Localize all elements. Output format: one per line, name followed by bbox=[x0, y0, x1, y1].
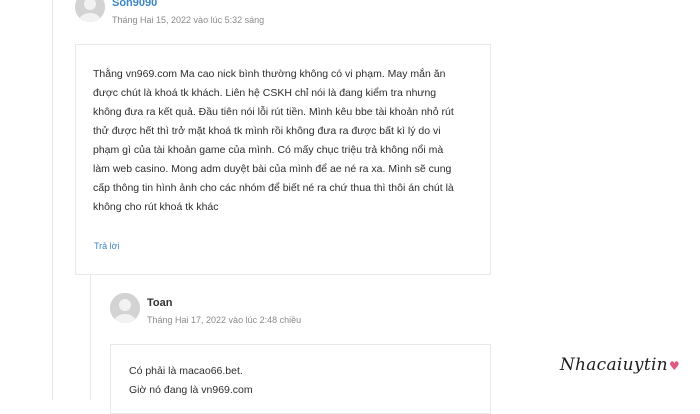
comment-date[interactable]: Tháng Hai 15, 2022 vào lúc 5:32 sáng bbox=[112, 15, 264, 25]
watermark-logo: Nhacaiuytin♥ bbox=[560, 355, 680, 375]
comment-line: thử được hết thì trở mặt khoá tk mình rồ… bbox=[93, 125, 441, 137]
comment-line: làm web casino. Mong adm duyệt bài của m… bbox=[93, 163, 452, 175]
comment-body-text: Thằng vn969.com Ma cao nick bình thường … bbox=[93, 65, 488, 217]
comment-body-box: Có phải là macao66.bet. Giờ nó đang là v… bbox=[110, 344, 491, 414]
comment-line: được chút là khoá tk khách. Liên hệ CSKH… bbox=[93, 87, 437, 99]
comment-line: cấp thông tin hình ảnh cho các nhóm để b… bbox=[93, 182, 454, 194]
watermark-text: Nhacaiuytin bbox=[559, 355, 668, 375]
comment-author: Toan bbox=[147, 297, 173, 309]
thread-indent-rule bbox=[52, 0, 53, 400]
avatar-icon bbox=[110, 293, 140, 323]
heart-icon: ♥ bbox=[668, 359, 680, 373]
avatar-icon bbox=[75, 0, 105, 22]
comment-line: không đưa ra kết quả. Đầu tiên nói lỗi r… bbox=[93, 106, 454, 118]
reply-indent-rule bbox=[90, 275, 91, 400]
comment-line: không cho rút khoá tk khác bbox=[93, 201, 219, 213]
comment-author-link[interactable]: Son9090 bbox=[112, 0, 157, 9]
comment-line: Có phải là macao66.bet. bbox=[129, 365, 243, 377]
comment-line: phạm gì của tài khoản game của mình. Có … bbox=[93, 144, 444, 156]
comment-date[interactable]: Tháng Hai 17, 2022 vào lúc 2:48 chiều bbox=[147, 315, 301, 325]
comment-line: Thằng vn969.com Ma cao nick bình thường … bbox=[93, 68, 446, 80]
comment-body-text: Có phải là macao66.bet. Giờ nó đang là v… bbox=[129, 362, 253, 400]
reply-link[interactable]: Trả lời bbox=[94, 241, 120, 251]
comment-line: Giờ nó đang là vn969.com bbox=[129, 384, 253, 396]
comment-body-box: Thằng vn969.com Ma cao nick bình thường … bbox=[75, 44, 491, 275]
